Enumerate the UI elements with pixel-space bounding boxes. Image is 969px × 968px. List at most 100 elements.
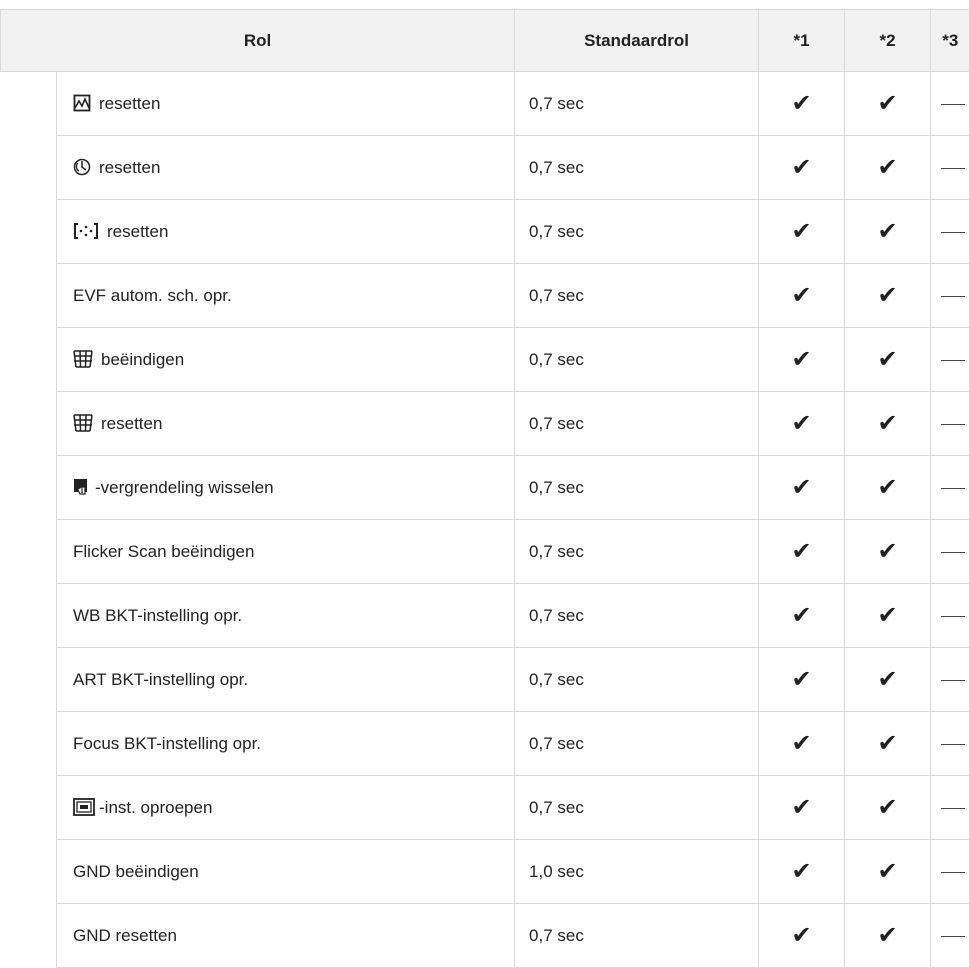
checkmark-icon: ✔ <box>877 730 897 757</box>
role-label: Flicker Scan beëindigen <box>73 542 254 561</box>
dash-icon <box>941 744 965 745</box>
row-indent <box>1 840 57 904</box>
table-row: Flicker Scan beëindigen0,7 sec✔✔ <box>1 520 969 584</box>
col3-cell <box>931 648 969 712</box>
check-col2-cell: ✔ <box>845 264 931 328</box>
col3-cell <box>931 584 969 648</box>
col3-cell <box>931 136 969 200</box>
col3-cell <box>931 328 969 392</box>
check-col1-cell: ✔ <box>759 200 845 264</box>
dash-icon <box>941 424 965 425</box>
table-row: resetten0,7 sec✔✔ <box>1 72 969 136</box>
col3-cell <box>931 840 969 904</box>
default-role-cell: 0,7 sec <box>515 264 759 328</box>
table-body: resetten0,7 sec✔✔resetten0,7 sec✔✔resett… <box>1 72 969 968</box>
row-indent <box>1 712 57 776</box>
checkmark-icon: ✔ <box>791 346 811 373</box>
role-label: resetten <box>99 94 160 113</box>
checkmark-icon: ✔ <box>877 410 897 437</box>
role-label: beëindigen <box>101 350 184 369</box>
role-cell: Focus BKT-instelling opr. <box>57 712 515 776</box>
default-role-cell: 0,7 sec <box>515 776 759 840</box>
checkmark-icon: ✔ <box>791 922 811 949</box>
grid-icon <box>73 350 93 368</box>
header-col-3: *3 <box>931 10 969 72</box>
col3-cell <box>931 392 969 456</box>
table-row: GND beëindigen 1,0 sec ✔ ✔ <box>1 840 969 904</box>
role-cell: beëindigen <box>57 328 515 392</box>
table-row: beëindigen0,7 sec✔✔ <box>1 328 969 392</box>
role-label: -inst. oproepen <box>99 798 212 817</box>
check-col2-cell: ✔ <box>845 840 931 904</box>
checkmark-icon: ✔ <box>877 794 897 821</box>
row-indent <box>1 392 57 456</box>
default-role-cell: 0,7 sec <box>515 648 759 712</box>
checkmark-icon: ✔ <box>877 474 897 501</box>
checkmark-icon: ✔ <box>791 794 811 821</box>
role-label: EVF autom. sch. opr. <box>73 286 232 305</box>
role-table: Rol Standaardrol *1 *2 *3 resetten0,7 se… <box>0 9 969 968</box>
self-timer-icon <box>73 158 91 176</box>
touch-lock-icon <box>73 478 91 496</box>
default-role-cell: 0,7 sec <box>515 904 759 968</box>
role-label: WB BKT-instelling opr. <box>73 606 242 625</box>
col3-cell <box>931 72 969 136</box>
row-indent <box>1 200 57 264</box>
dash-icon <box>941 360 965 361</box>
check-col1-cell: ✔ <box>759 712 845 776</box>
dash-icon <box>941 296 965 297</box>
row-indent <box>1 328 57 392</box>
dash-icon <box>941 616 965 617</box>
role-label: GND beëindigen <box>73 862 199 881</box>
role-label: resetten <box>101 414 162 433</box>
check-col2-cell: ✔ <box>845 904 931 968</box>
check-col1-cell: ✔ <box>759 648 845 712</box>
role-cell: -inst. oproepen <box>57 776 515 840</box>
check-col1-cell: ✔ <box>759 584 845 648</box>
checkmark-icon: ✔ <box>877 90 897 117</box>
check-col1-cell: ✔ <box>759 72 845 136</box>
row-indent <box>1 72 57 136</box>
dash-icon <box>941 168 965 169</box>
default-role-cell: 0,7 sec <box>515 520 759 584</box>
row-indent <box>1 456 57 520</box>
checkmark-icon: ✔ <box>791 474 811 501</box>
checkmark-icon: ✔ <box>791 858 811 885</box>
col3-cell <box>931 264 969 328</box>
checkmark-icon: ✔ <box>877 154 897 181</box>
table-row: -inst. oproepen 0,7 sec ✔ ✔ <box>1 776 969 840</box>
default-role-cell: 0,7 sec <box>515 456 759 520</box>
checkmark-icon: ✔ <box>791 154 811 181</box>
checkmark-icon: ✔ <box>791 730 811 757</box>
dash-icon <box>941 488 965 489</box>
default-role-cell: 0,7 sec <box>515 392 759 456</box>
dash-icon <box>941 808 965 809</box>
check-col2-cell: ✔ <box>845 392 931 456</box>
default-role-cell: 1,0 sec <box>515 840 759 904</box>
checkmark-icon: ✔ <box>791 90 811 117</box>
table-row: resetten0,7 sec✔✔ <box>1 136 969 200</box>
role-cell: resetten <box>57 200 515 264</box>
check-col2-cell: ✔ <box>845 520 931 584</box>
row-indent <box>1 584 57 648</box>
af-target-icon <box>73 222 99 240</box>
check-col1-cell: ✔ <box>759 264 845 328</box>
checkmark-icon: ✔ <box>791 602 811 629</box>
row-indent <box>1 776 57 840</box>
check-col1-cell: ✔ <box>759 392 845 456</box>
check-col2-cell: ✔ <box>845 584 931 648</box>
header-default-role: Standaardrol <box>515 10 759 72</box>
checkmark-icon: ✔ <box>877 218 897 245</box>
row-indent <box>1 520 57 584</box>
table-row: -vergrendeling wisselen 0,7 sec ✔ ✔ <box>1 456 969 520</box>
role-label: -vergrendeling wisselen <box>95 478 274 497</box>
header-role: Rol <box>1 10 515 72</box>
histogram-icon <box>73 94 91 112</box>
table-row: WB BKT-instelling opr.0,7 sec✔✔ <box>1 584 969 648</box>
role-table-container: Rol Standaardrol *1 *2 *3 resetten0,7 se… <box>0 9 969 968</box>
role-label: resetten <box>107 222 168 241</box>
dash-icon <box>941 552 965 553</box>
col3-cell <box>931 904 969 968</box>
checkmark-icon: ✔ <box>877 282 897 309</box>
check-col2-cell: ✔ <box>845 328 931 392</box>
